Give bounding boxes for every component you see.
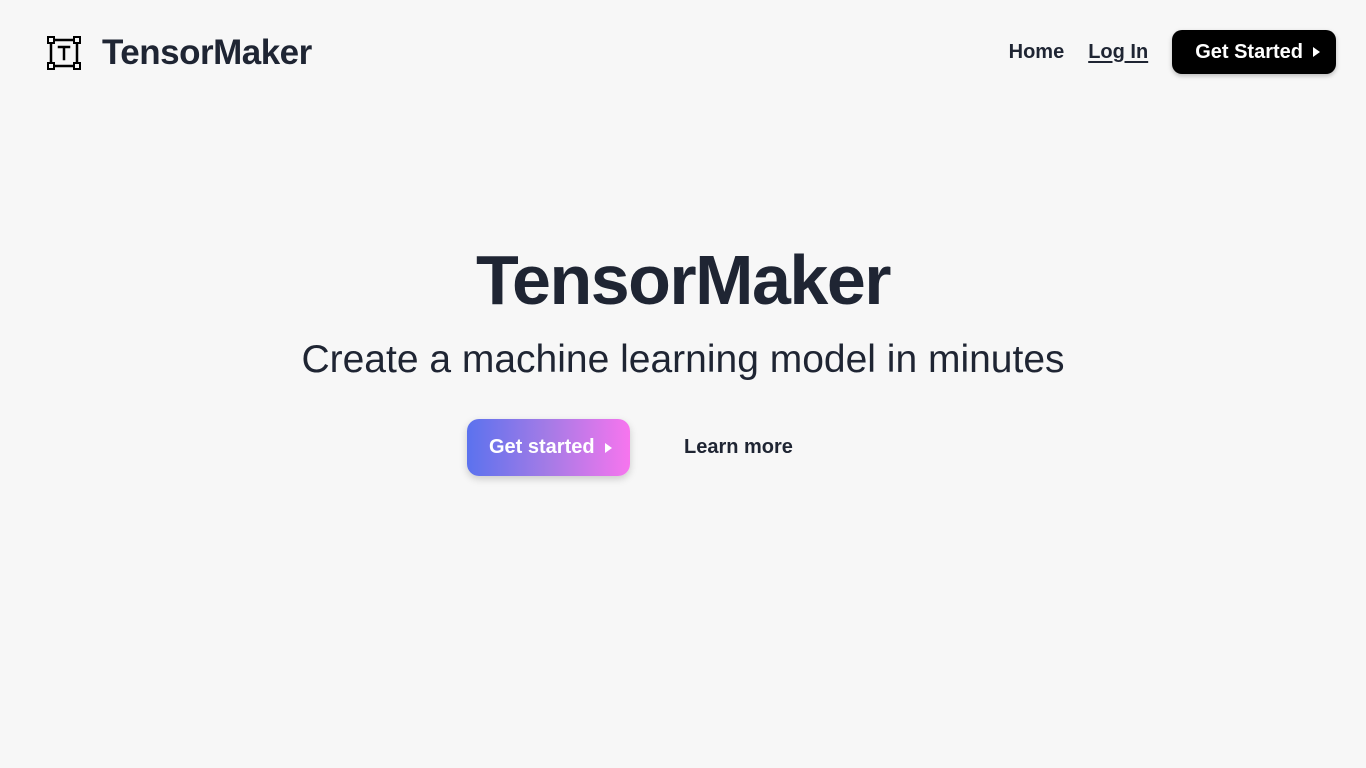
hero-section: TensorMaker Create a machine learning mo… (0, 238, 1366, 384)
learn-more-link[interactable]: Learn more (684, 436, 793, 459)
header-get-started-button[interactable]: Get Started (1172, 30, 1336, 74)
play-icon (1313, 47, 1320, 57)
nav-home-link[interactable]: Home (1009, 41, 1065, 64)
hero-subtitle: Create a machine learning model in minut… (301, 338, 1065, 381)
hero-actions: Get started Learn more (467, 419, 793, 476)
hero-title: TensorMaker (475, 241, 892, 319)
nav-login-link[interactable]: Log In (1088, 41, 1148, 64)
main-nav: Home Log In Get Started (1009, 30, 1336, 74)
hero-get-started-button[interactable]: Get started (467, 419, 630, 476)
brand-name: TensorMaker (102, 33, 312, 72)
site-header: TensorMaker Home Log In Get Started (0, 0, 1366, 106)
play-icon (604, 442, 612, 453)
transform-text-icon (47, 36, 81, 70)
brand-logo-link[interactable]: TensorMaker (47, 35, 312, 71)
hero-get-started-label: Get started (489, 436, 595, 458)
header-get-started-label: Get Started (1195, 40, 1303, 63)
